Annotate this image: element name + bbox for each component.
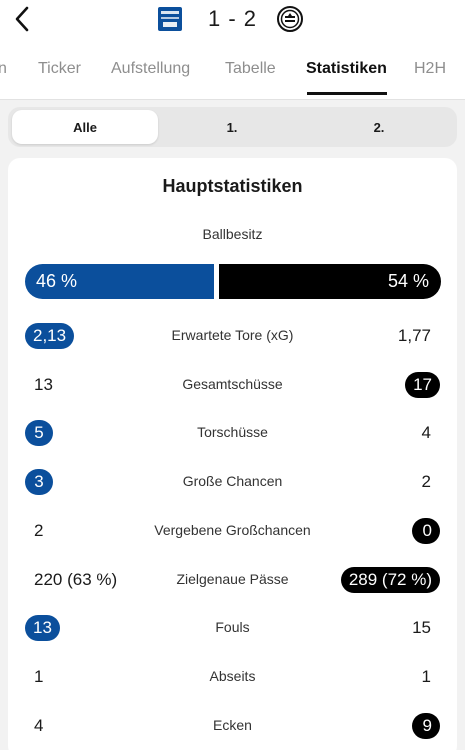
stat-home-value: 13 — [34, 375, 53, 394]
segment-second-half[interactable]: 2. — [306, 110, 452, 144]
active-tab-indicator — [307, 92, 387, 95]
stat-label: Große Chancen — [182, 473, 283, 489]
stat-row: 2 Vergebene Großchancen 0 — [8, 516, 457, 546]
stat-label: Vergebene Großchancen — [154, 522, 311, 538]
stat-row: 1 Abseits 1 — [8, 662, 457, 692]
stat-away-value: 1 — [421, 667, 431, 686]
stat-row: 3 Große Chancen 2 — [8, 467, 457, 497]
possession-away-value: 54 % — [387, 271, 429, 291]
stat-label: Torschüsse — [197, 424, 268, 440]
stat-home-value: 220 (63 %) — [34, 570, 118, 589]
stat-label: Zielgenaue Pässe — [176, 571, 289, 587]
tab-ticker[interactable]: Ticker — [38, 60, 81, 78]
stat-home-value: 4 — [34, 716, 44, 735]
stat-home-value: 2 — [34, 521, 44, 540]
stat-away-value: 0 — [412, 518, 440, 544]
stat-row: 13 Fouls 15 — [8, 613, 457, 643]
tab-statistiken[interactable]: Statistiken — [306, 60, 387, 78]
tab-aufstellung[interactable]: Aufstellung — [111, 60, 190, 78]
chevron-left-icon — [15, 6, 29, 32]
stat-row: 2,13 Erwartete Tore (xG) 1,77 — [8, 321, 457, 351]
main-stats-card: Hauptstatistiken Ballbesitz 46 % 54 % 2,… — [8, 158, 457, 750]
home-team-crest-icon[interactable] — [158, 7, 182, 31]
stat-row: 220 (63 %) Zielgenaue Pässe 289 (72 %) — [8, 565, 457, 595]
tab-tabelle[interactable]: Tabelle — [225, 60, 276, 78]
segment-alle[interactable]: Alle — [12, 110, 158, 144]
stat-home-value: 5 — [25, 420, 53, 446]
possession-away: 54 % — [219, 264, 441, 299]
stat-home-value: 3 — [25, 469, 53, 495]
stat-row: 13 Gesamtschüsse 17 — [8, 370, 457, 400]
stat-away-value: 9 — [412, 713, 440, 739]
card-title: Hauptstatistiken — [162, 176, 303, 196]
top-bar: 1 - 2 n Ticker Aufstellung Tabelle Stati… — [0, 0, 465, 100]
stat-label: Erwartete Tore (xG) — [171, 327, 294, 343]
away-team-crest-icon[interactable] — [277, 6, 304, 32]
tab-h2h[interactable]: H2H — [414, 60, 446, 78]
stat-home-value: 2,13 — [25, 323, 75, 349]
stat-label: Fouls — [215, 619, 250, 635]
back-button[interactable] — [8, 2, 36, 36]
tab-bar: n Ticker Aufstellung Tabelle Statistiken… — [0, 52, 465, 100]
stat-away-value: 2 — [421, 472, 431, 491]
possession-home: 46 % — [25, 264, 214, 299]
match-score-header: 1 - 2 — [158, 5, 304, 33]
possession-home-value: 46 % — [36, 271, 78, 291]
stat-home-value: 1 — [34, 667, 44, 686]
possession-label: Ballbesitz — [202, 226, 263, 242]
stat-away-value: 289 (72 %) — [340, 567, 440, 593]
stat-away-value: 1,77 — [397, 326, 431, 345]
period-selector: Alle 1. 2. — [8, 107, 457, 147]
possession-bar: 46 % 54 % — [25, 264, 441, 299]
stat-label: Gesamtschüsse — [182, 376, 283, 392]
segment-first-half[interactable]: 1. — [159, 110, 305, 144]
stat-row: 5 Torschüsse 4 — [8, 418, 457, 448]
stat-away-value: 15 — [412, 618, 431, 637]
stat-away-value: 17 — [405, 372, 440, 398]
stat-label: Abseits — [209, 668, 256, 684]
stat-home-value: 13 — [25, 615, 60, 641]
tab-overview[interactable]: n — [0, 60, 7, 78]
stat-away-value: 4 — [421, 423, 431, 442]
stat-label: Ecken — [213, 717, 252, 733]
stat-row: 4 Ecken 9 — [8, 711, 457, 741]
match-score: 1 - 2 — [208, 6, 258, 31]
